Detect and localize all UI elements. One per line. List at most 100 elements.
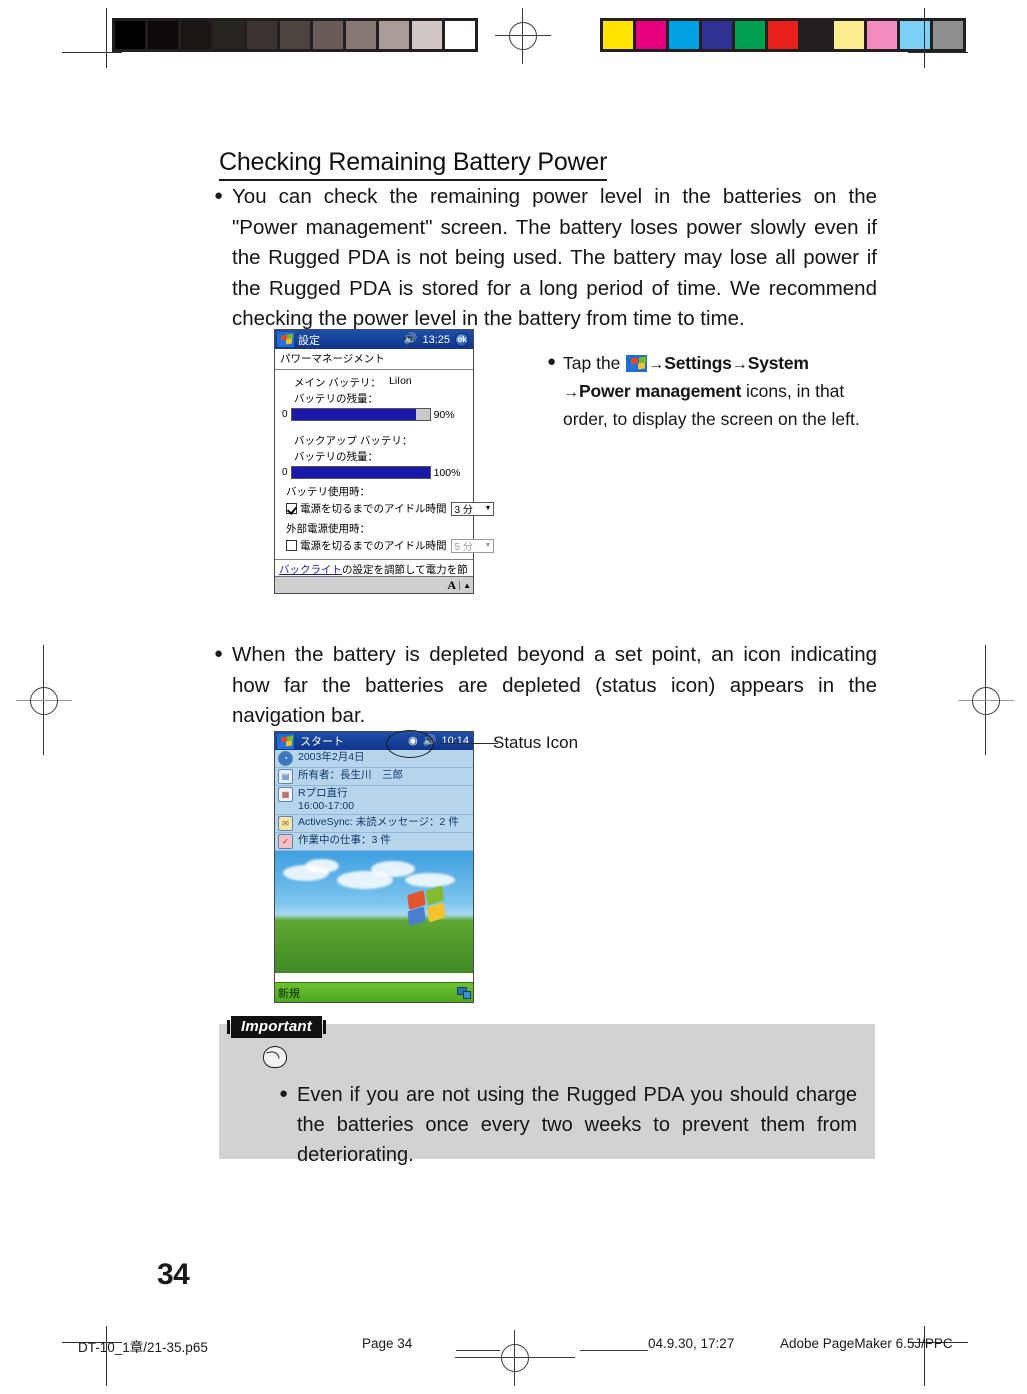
- today-list-item[interactable]: ✉ ActiveSync: 未読メッセージ：2 件: [275, 815, 473, 833]
- callout-leader-line: [440, 743, 498, 744]
- windows-start-icon: [626, 355, 648, 372]
- paragraph-status-icon: ● When the battery is depleted beyond a …: [214, 640, 879, 732]
- registration-mark-right: [958, 645, 1014, 755]
- external-mode-label: 外部電源使用時：: [286, 523, 370, 535]
- grayscale-patches: [112, 18, 478, 52]
- grayscale-patch: [346, 21, 379, 49]
- color-patch: [702, 21, 735, 49]
- battery-idle-value: 3 分: [454, 505, 473, 516]
- backup-gauge-zero-label: 0: [282, 467, 288, 478]
- main-battery-row: メイン バッテリ： LiIon: [282, 375, 466, 390]
- today-list-item-text: 作業中の仕事：3 件: [298, 834, 391, 846]
- backup-battery-gauge-row: 0 100%: [282, 466, 466, 479]
- today-taskbar: 新規: [275, 982, 473, 1002]
- grayscale-patch: [181, 21, 214, 49]
- color-patch: [669, 21, 702, 49]
- sip-letter-label[interactable]: A: [447, 578, 456, 593]
- today-list-item[interactable]: ▦ Rプロ直行 16:00-17:00: [275, 786, 473, 815]
- footer-timestamp: 04.9.30, 17:27: [648, 1336, 735, 1351]
- arrow-icon-2: →: [731, 356, 748, 373]
- start-menu-icon[interactable]: [277, 332, 294, 347]
- battery-idle-dropdown[interactable]: 3 分 ▼: [451, 501, 495, 516]
- today-list-item-text: 所有者：長生川 三郎: [298, 769, 403, 781]
- today-list-item-text: ActiveSync: 未読メッセージ：2 件: [298, 816, 459, 828]
- external-idle-value: 5 分: [454, 542, 473, 553]
- grayscale-calibration-strip: [112, 18, 478, 52]
- tap-instruction-text: Tap the →Settings→System →Power manageme…: [563, 350, 875, 433]
- clock-label: 10:14: [441, 735, 469, 747]
- external-idle-checkbox[interactable]: [286, 540, 297, 551]
- color-patch: [867, 21, 900, 49]
- crop-mark-top-left: [62, 8, 122, 68]
- grayscale-patch: [379, 21, 412, 49]
- today-screen-screenshot: スタート ◉ 🔊 10:14 ◔ 2003年2月4日 ▤ 所有者：長生川 三郎 ▦ Rプロ…: [274, 731, 474, 1003]
- power-management-screenshot: 設定 🔊 13:25 ok パワーマネージメント メイン バッテリ： LiIon…: [274, 329, 495, 594]
- main-gauge-percent: 90%: [433, 408, 455, 421]
- color-patch: [834, 21, 867, 49]
- main-battery-gauge-row: 0 90%: [282, 408, 466, 421]
- battery-mode-label: バッテリ使用時：: [286, 486, 370, 498]
- grayscale-patch: [313, 21, 346, 49]
- battery-idle-checkbox[interactable]: [286, 503, 297, 514]
- important-note-text: Even if you are not using the Rugged PDA…: [297, 1084, 857, 1166]
- main-battery-type: LiIon: [389, 375, 412, 387]
- main-battery-gauge: [290, 408, 431, 421]
- color-patch: [636, 21, 669, 49]
- today-title-bar: スタート ◉ 🔊 10:14: [275, 732, 473, 750]
- footer-page-label: Page 34: [362, 1336, 413, 1351]
- color-patch: [768, 21, 801, 49]
- bullet-marker: ●: [214, 645, 224, 662]
- important-note-box: Important ● Even if you are not using th…: [219, 1016, 875, 1166]
- color-patch: [735, 21, 768, 49]
- backup-battery-gauge: [290, 466, 431, 479]
- page-title: Checking Remaining Battery Power: [219, 148, 607, 181]
- arrow-icon-1: →: [648, 356, 665, 373]
- windows-logo-icon: [405, 885, 452, 927]
- print-footer: DT-10_1章/21-35.p65 Page 34 04.9.30, 17:2…: [0, 1336, 1027, 1376]
- main-remaining-label: バッテリの残量：: [294, 393, 378, 405]
- grayscale-patch: [247, 21, 280, 49]
- today-list-item-text: Rプロ直行 16:00-17:00: [298, 787, 355, 812]
- footer-filename: DT-10_1章/21-35.p65: [78, 1340, 208, 1355]
- external-idle-label: 電源を切るまでのアイドル時間: [300, 540, 447, 552]
- chevron-down-icon: ▼: [484, 542, 492, 549]
- power-management-body: メイン バッテリ： LiIon バッテリの残量： 0 90% バックアップ バッ…: [275, 370, 495, 553]
- settings-label: Settings: [664, 353, 732, 373]
- start-menu-icon[interactable]: [277, 733, 294, 749]
- clock-icon: ◔: [278, 751, 293, 766]
- today-list-item[interactable]: ▤ 所有者：長生川 三郎: [275, 768, 473, 786]
- ok-button[interactable]: ok: [455, 332, 469, 347]
- tap-instruction-note: ● Tap the →Settings→System →Power manage…: [547, 350, 877, 433]
- pointing-hand-icon: [263, 1046, 287, 1068]
- arrow-icon-3: →: [563, 384, 579, 401]
- settings-window-title: 設定: [298, 334, 320, 347]
- new-button[interactable]: 新規: [278, 985, 300, 1001]
- calendar-icon: ▦: [278, 787, 293, 802]
- crop-mark-top-right: [908, 8, 968, 68]
- speaker-icon[interactable]: 🔊: [404, 334, 418, 345]
- registration-mark-left: [16, 645, 72, 755]
- sip-caret-icon[interactable]: ▲: [459, 580, 471, 590]
- power-management-subtitle: パワーマネージメント: [275, 349, 473, 370]
- chevron-down-icon: ▼: [484, 505, 492, 512]
- grayscale-patch: [445, 21, 475, 49]
- clock-label: 13:25: [422, 333, 450, 346]
- backup-battery-label: バックアップ バッテリ：: [294, 435, 413, 447]
- today-list-item[interactable]: ✓ 作業中の仕事：3 件: [275, 833, 473, 851]
- system-label: System: [747, 353, 809, 373]
- grayscale-patch: [280, 21, 313, 49]
- connectivity-icon[interactable]: [457, 987, 471, 999]
- today-item-list: ◔ 2003年2月4日 ▤ 所有者：長生川 三郎 ▦ Rプロ直行 16:00-17:00 ✉ A…: [275, 750, 473, 851]
- today-list-item-text: 2003年2月4日: [298, 751, 365, 763]
- today-list-item[interactable]: ◔ 2003年2月4日: [275, 750, 473, 768]
- backlight-link[interactable]: バックライト: [279, 564, 342, 576]
- paragraph-text: You can check the remaining power level …: [232, 185, 877, 330]
- grayscale-patch: [214, 21, 247, 49]
- paragraph-text: When the battery is depleted beyond a se…: [232, 643, 877, 727]
- grayscale-patch: [412, 21, 445, 49]
- registration-mark-top-center: [495, 8, 551, 64]
- footer-application: Adobe PageMaker 6.5J/PPC: [780, 1336, 953, 1351]
- tasks-icon: ✓: [278, 834, 293, 849]
- external-idle-dropdown[interactable]: 5 分 ▼: [451, 538, 495, 553]
- color-patch: [801, 21, 834, 49]
